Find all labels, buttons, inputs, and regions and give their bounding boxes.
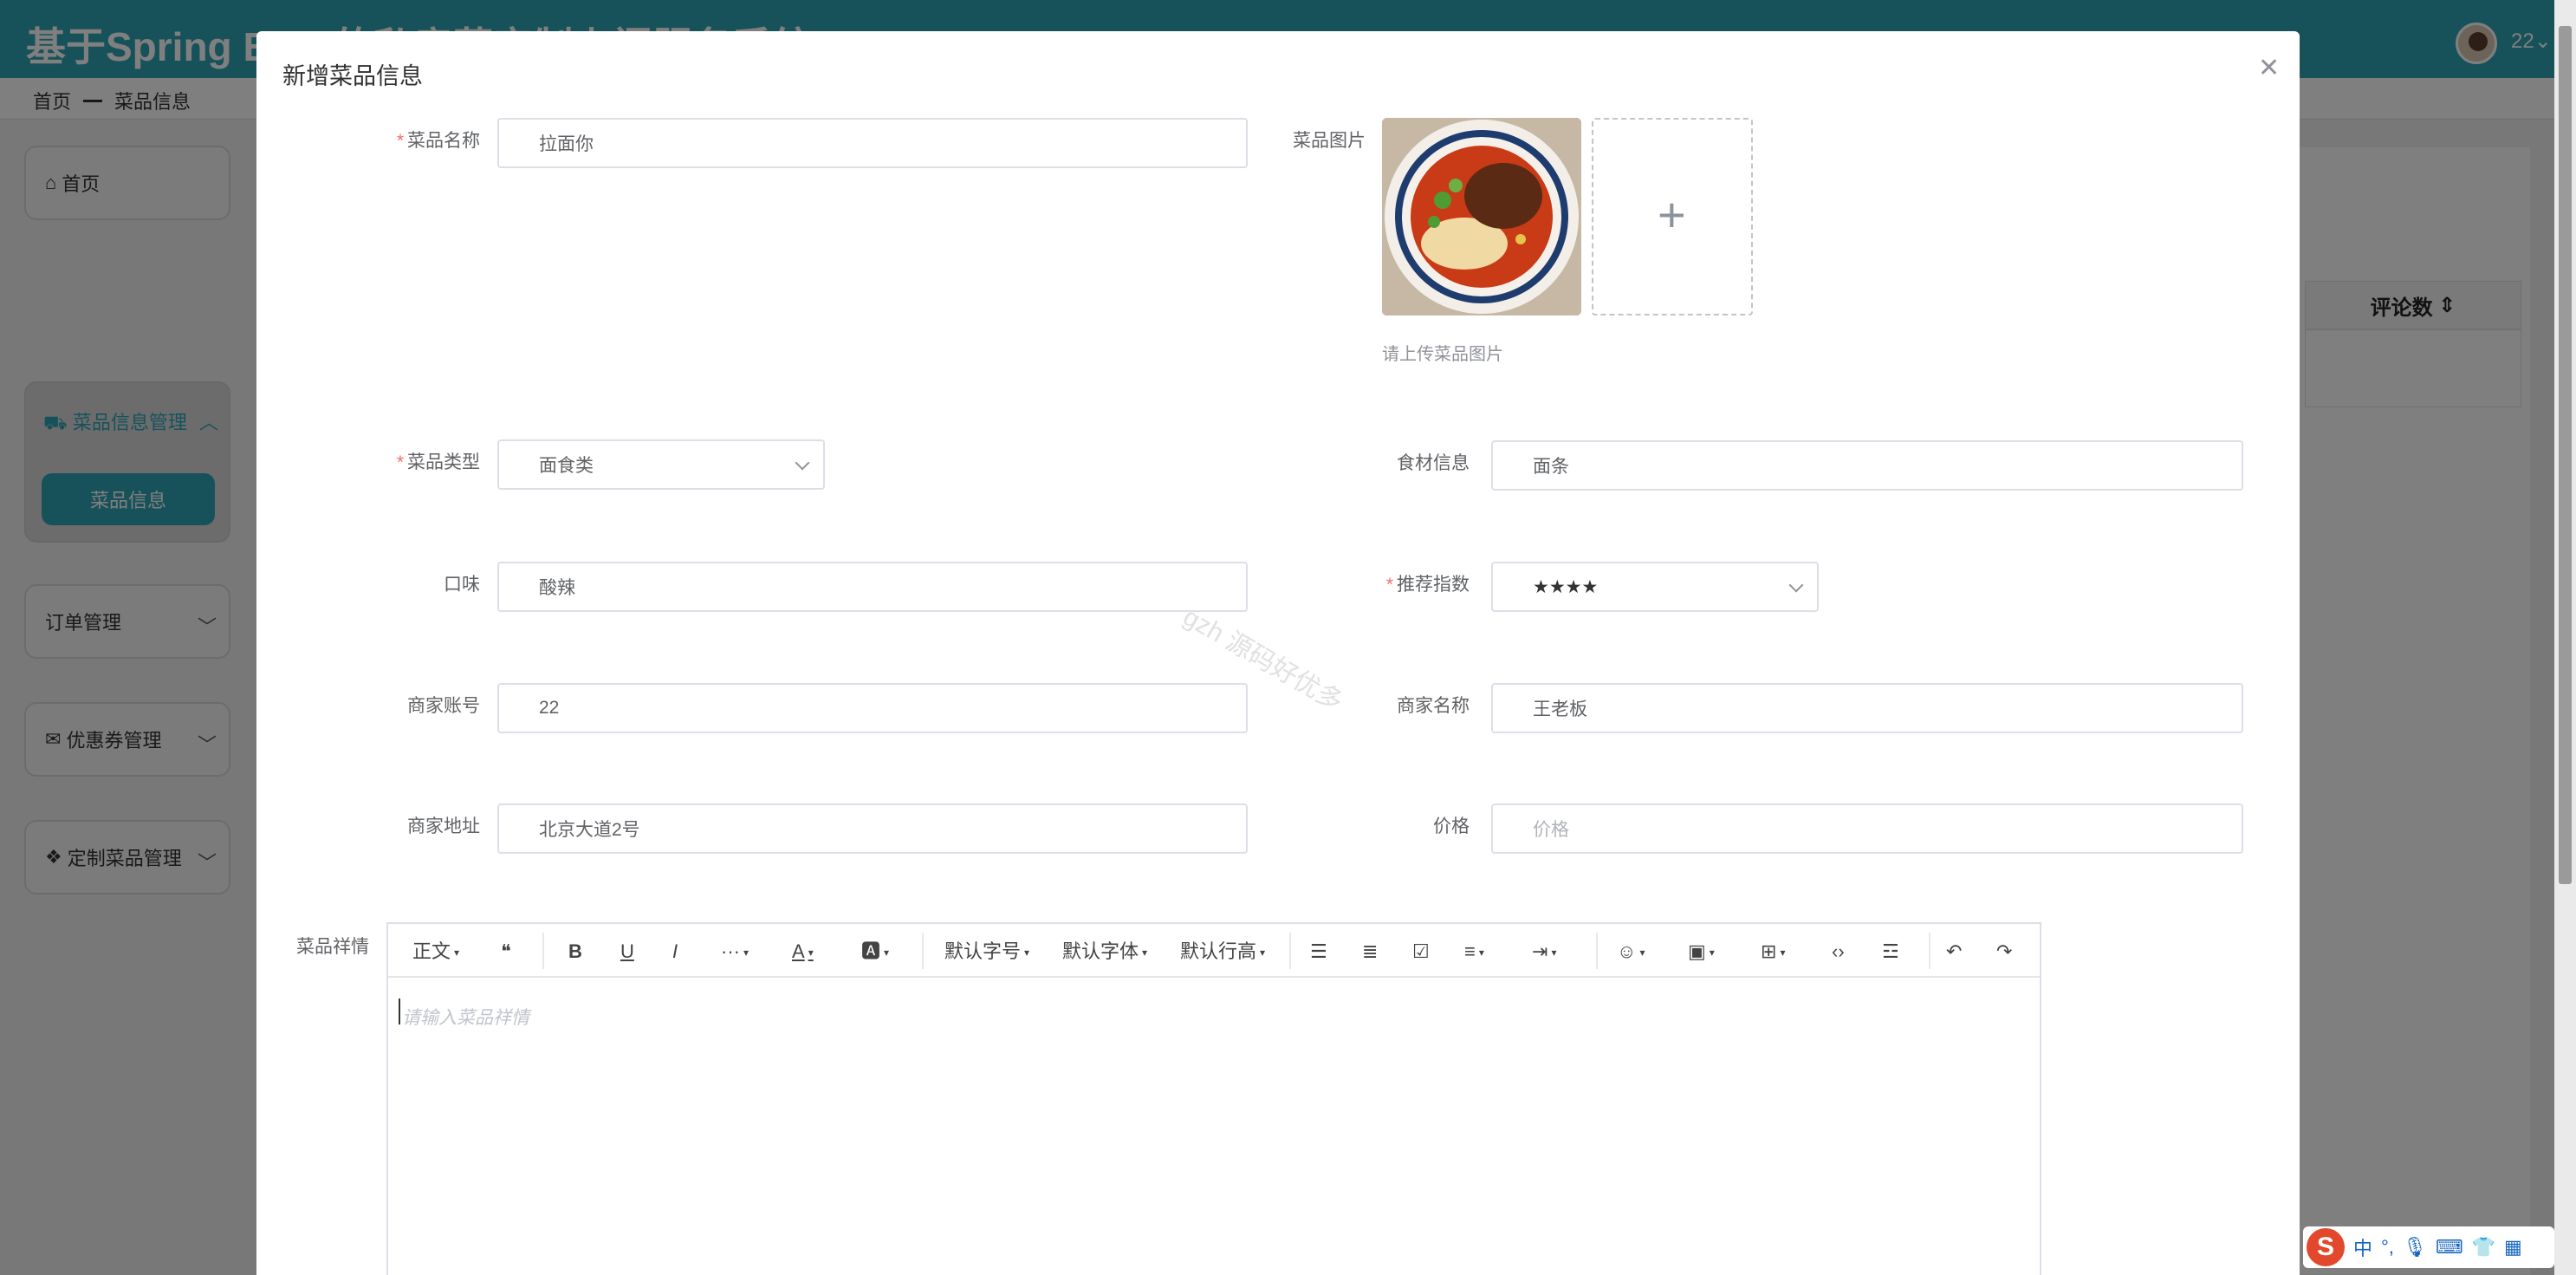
text-caret — [399, 999, 400, 1025]
image-upload-tip: 请上传菜品图片 — [1382, 345, 1503, 364]
dialog-title: 新增菜品信息 — [282, 63, 423, 89]
bold-icon[interactable]: B — [568, 940, 582, 964]
image-upload-button[interactable]: + — [1592, 118, 1753, 315]
ime-toolbar[interactable]: S 中 °, 🎙 ⌨ 👕 ▦ — [2303, 1226, 2554, 1268]
ingredients-label: 食材信息 — [1397, 453, 1470, 473]
scrollbar-thumb[interactable] — [2559, 26, 2572, 884]
merchant-name-input[interactable]: 王老板 — [1491, 683, 2243, 733]
detail-label: 菜品祥情 — [296, 937, 369, 957]
skin-icon[interactable]: 👕 — [2472, 1236, 2495, 1259]
toolbar-divider — [922, 933, 924, 969]
indent-icon[interactable]: ⇥ ▾ — [1532, 940, 1556, 964]
toolbar-divider — [1929, 933, 1930, 969]
dish-image-thumbnail[interactable] — [1382, 118, 1581, 315]
emoji-icon[interactable]: ☺ ▾ — [1617, 940, 1645, 964]
paragraph-format-dropdown[interactable]: 正文 ▾ — [412, 940, 459, 964]
more-icon[interactable]: ··· ▾ — [721, 940, 749, 964]
recommend-value: ★★★★ — [1533, 576, 1599, 597]
underline-icon[interactable]: U — [620, 940, 634, 964]
close-icon[interactable]: ✕ — [2258, 55, 2280, 81]
bullet-list-icon[interactable]: ☰ — [1310, 940, 1327, 964]
taste-input[interactable]: 酸辣 — [497, 562, 1248, 612]
merchant-name-label: 商家名称 — [1397, 696, 1470, 716]
recommend-select[interactable]: ★★★★ — [1491, 562, 1819, 612]
font-family-dropdown[interactable]: 默认字体 ▾ — [1062, 940, 1147, 964]
noodle-bowl-image — [1382, 118, 1581, 315]
ime-mode[interactable]: 中 — [2353, 1233, 2372, 1261]
line-height-dropdown[interactable]: 默认行高 ▾ — [1180, 940, 1265, 964]
table-icon[interactable]: ⊞ ▾ — [1761, 940, 1785, 964]
dish-name-input[interactable]: 拉面你 — [497, 118, 1248, 168]
toolbox-icon[interactable]: ▦ — [2504, 1236, 2522, 1259]
dish-name-label: * 菜品名称 — [396, 131, 480, 151]
plus-icon: + — [1658, 187, 1686, 242]
price-input[interactable]: 价格 — [1491, 803, 2243, 854]
toolbar-divider — [1596, 933, 1598, 969]
background-color-icon[interactable]: 🅰 ▾ — [861, 940, 889, 964]
divider-line-icon[interactable]: ☲ — [1882, 940, 1899, 964]
add-dish-dialog: 新增菜品信息 ✕ * 菜品名称 拉面你 菜品图片 + 请上传菜品图片 * 菜品类型 … — [256, 31, 2300, 1275]
rich-text-editor[interactable]: 正文 ▾ ❝ B U I ··· ▾ A ▾ 🅰 ▾ 默认字号 ▾ 默认字体 ▾ 默认行高 ▾… — [386, 922, 2041, 1275]
taste-label: 口味 — [444, 575, 480, 595]
toolbar-divider — [1289, 933, 1291, 969]
merchant-address-label: 商家地址 — [407, 816, 480, 836]
editor-toolbar: 正文 ▾ ❝ B U I ··· ▾ A ▾ 🅰 ▾ 默认字号 ▾ 默认字体 ▾ 默认行高 ▾… — [388, 924, 2040, 978]
sogou-logo-icon[interactable]: S — [2307, 1228, 2345, 1266]
ime-punctuation[interactable]: °, — [2381, 1236, 2394, 1259]
keyboard-icon[interactable]: ⌨ — [2436, 1236, 2463, 1259]
chevron-down-icon — [1788, 577, 1804, 593]
undo-icon[interactable]: ↶ — [1946, 940, 1962, 964]
quote-icon[interactable]: ❝ — [501, 940, 511, 964]
dish-image-label: 菜品图片 — [1293, 131, 1366, 151]
merchant-account-label: 商家账号 — [407, 696, 480, 716]
price-label: 价格 — [1433, 816, 1470, 836]
image-icon[interactable]: ▣ ▾ — [1688, 940, 1715, 964]
chevron-down-icon — [795, 455, 810, 471]
recommend-label: * 推荐指数 — [1385, 575, 1470, 595]
dish-type-label: * 菜品类型 — [396, 452, 480, 472]
microphone-icon[interactable]: 🎙 — [2403, 1236, 2427, 1259]
todo-checkbox-icon[interactable]: ☑ — [1412, 940, 1430, 964]
editor-placeholder[interactable]: 请输入菜品祥情 — [402, 1004, 529, 1030]
ingredients-input[interactable]: 面条 — [1491, 440, 2243, 491]
merchant-address-input[interactable]: 北京大道2号 — [497, 803, 1248, 854]
redo-icon[interactable]: ↷ — [1996, 940, 2012, 964]
merchant-account-input[interactable]: 22 — [497, 683, 1248, 733]
code-icon[interactable]: ‹› — [1832, 940, 1845, 964]
toolbar-divider — [542, 933, 544, 969]
align-icon[interactable]: ≡ ▾ — [1464, 940, 1484, 964]
dish-type-value: 面食类 — [539, 456, 594, 476]
font-color-icon[interactable]: A ▾ — [792, 940, 814, 964]
italic-icon[interactable]: I — [672, 940, 678, 964]
numbered-list-icon[interactable]: ≣ — [1362, 940, 1378, 964]
dish-type-select[interactable]: 面食类 — [497, 439, 825, 490]
font-size-dropdown[interactable]: 默认字号 ▾ — [944, 940, 1029, 964]
